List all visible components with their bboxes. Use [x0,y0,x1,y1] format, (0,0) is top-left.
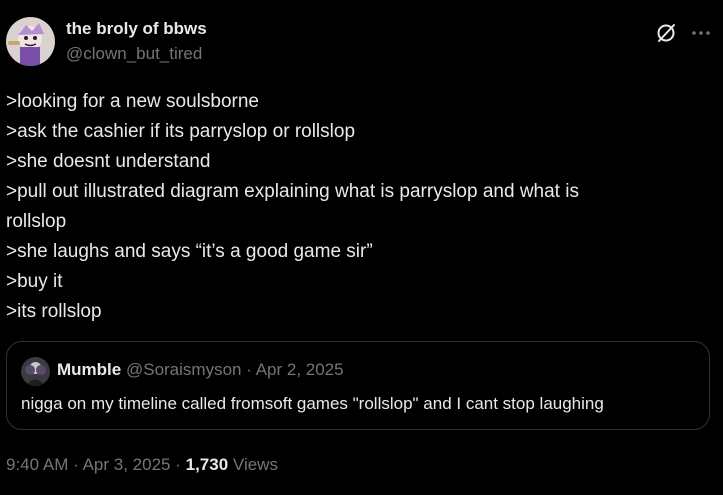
author-display-name[interactable]: the broly of bbws [66,19,207,39]
tweet: the broly of bbws @clown_but_tired >look… [0,0,723,495]
footer-separator: · [175,455,181,474]
cartoon-avatar-icon [6,17,55,66]
quoted-date[interactable]: Apr 2, 2025 [256,360,344,379]
tweet-text-line: >its rollslop [6,301,102,322]
quoted-tweet-header: Mumble @Soraismyson · Apr 2, 2025 [57,360,344,380]
more-options-icon [692,31,710,35]
footer-separator: · [73,455,79,474]
grok-button[interactable] [655,22,677,44]
views-label: Views [232,455,278,474]
tweet-text-line: >she laughs and says “it’s a good game s… [6,241,373,262]
tweet-text: >looking for a new soulsborne >ask the c… [6,87,706,327]
tweet-text-line: >buy it [6,271,63,292]
quoted-avatar-icon [21,357,50,386]
quoted-handle[interactable]: @Soraismyson [126,360,242,379]
more-options-button[interactable] [690,22,712,44]
views-count: 1,730 [185,455,229,474]
tweet-text-line: >ask the cashier if its parryslop or rol… [6,121,356,142]
tweet-time[interactable]: 9:40 AM [6,455,68,474]
tweet-text-line: rollslop [6,211,67,232]
tweet-text-line: >pull out illustrated diagram explaining… [6,181,579,202]
tweet-text-line: >she doesnt understand [6,151,211,172]
quoted-display-name[interactable]: Mumble [57,360,121,379]
quoted-author-avatar[interactable] [21,357,50,386]
tweet-date[interactable]: Apr 3, 2025 [83,455,171,474]
quoted-tweet-text: nigga on my timeline called fromsoft gam… [21,394,604,413]
grok-icon [657,24,675,42]
quoted-tweet-card[interactable]: Mumble @Soraismyson · Apr 2, 2025 nigga … [6,341,710,430]
tweet-metadata: 9:40 AM · Apr 3, 2025 · 1,730 Views [6,455,278,475]
author-handle[interactable]: @clown_but_tired [66,44,202,64]
author-avatar[interactable] [6,17,55,66]
tweet-text-line: >looking for a new soulsborne [6,91,259,112]
quoted-separator: · [246,360,252,379]
